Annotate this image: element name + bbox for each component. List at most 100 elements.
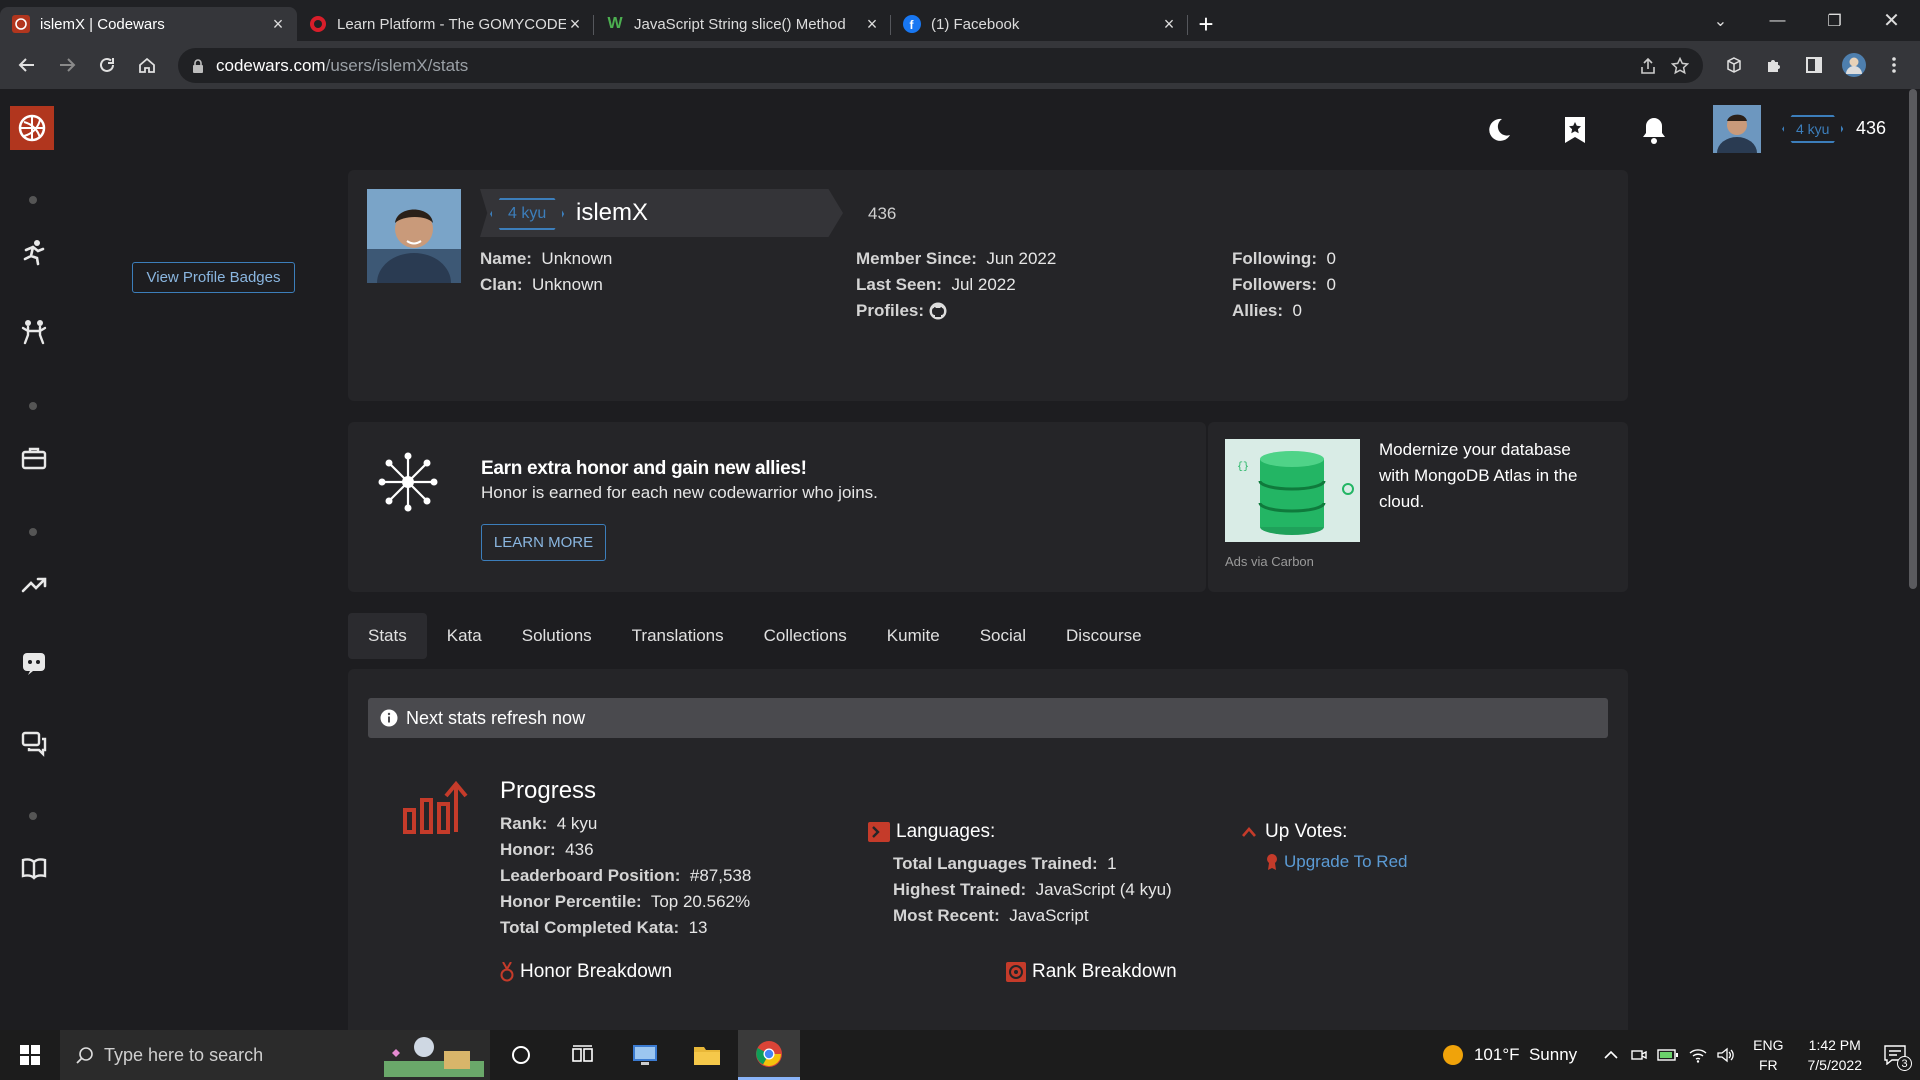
header-avatar[interactable]: [1713, 105, 1761, 153]
languages-title: Languages:: [896, 821, 996, 842]
allies-value: 0: [1292, 301, 1302, 320]
minimize-window-button[interactable]: —: [1749, 0, 1806, 41]
action-center-icon[interactable]: 3: [1884, 1045, 1912, 1071]
highest-label: Highest Trained:: [893, 880, 1027, 899]
taskbar-search-box[interactable]: Type here to search: [60, 1030, 490, 1080]
address-bar[interactable]: codewars.com/users/islemX/stats: [178, 48, 1703, 83]
browser-tab-w3schools[interactable]: W JavaScript String slice() Method ×: [594, 7, 891, 41]
remote-desktop-icon[interactable]: [614, 1030, 676, 1080]
codewars-logo-icon[interactable]: [10, 106, 54, 150]
tab-discourse[interactable]: Discourse: [1046, 613, 1162, 659]
languages-heading: Languages:: [868, 821, 995, 843]
chevron-up-icon: [1241, 826, 1257, 838]
promo-title: Earn extra honor and gain new allies!: [481, 458, 807, 479]
github-icon[interactable]: [929, 302, 947, 320]
docs-book-icon[interactable]: [14, 848, 54, 888]
back-arrow-icon[interactable]: [7, 45, 47, 85]
upgrade-to-red-link[interactable]: Upgrade To Red: [1284, 852, 1408, 872]
browser-tab-codewars[interactable]: islemX | Codewars ×: [0, 7, 297, 41]
tab-translations[interactable]: Translations: [612, 613, 744, 659]
tab-kumite[interactable]: Kumite: [867, 613, 960, 659]
side-panel-icon[interactable]: [1794, 45, 1834, 85]
chat-bubbles-icon[interactable]: [14, 724, 54, 764]
browser-tab-gomycode[interactable]: Learn Platform - The GOMYCODE ×: [297, 7, 594, 41]
scrollbar-thumb[interactable]: [1909, 89, 1917, 589]
profile-username: islemX: [576, 199, 649, 226]
rank-row: Rank: 4 kyu: [500, 811, 597, 837]
tab-search-chevron-icon[interactable]: ⌄: [1692, 0, 1749, 41]
profile-tabs: Stats Kata Solutions Translations Collec…: [348, 613, 1162, 659]
ad-text[interactable]: Modernize your database with MongoDB Atl…: [1379, 437, 1599, 515]
bookmark-star-icon[interactable]: [1671, 56, 1689, 75]
lock-icon[interactable]: [192, 58, 204, 73]
notification-bell-icon[interactable]: [1640, 115, 1668, 145]
upvotes-title: Up Votes:: [1265, 821, 1348, 842]
practice-icon[interactable]: [14, 312, 54, 352]
briefcase-icon[interactable]: [14, 438, 54, 478]
browser-tab-facebook[interactable]: f (1) Facebook ×: [891, 7, 1188, 41]
close-tab-icon[interactable]: ×: [1160, 14, 1178, 34]
task-view-icon[interactable]: [552, 1030, 614, 1080]
header-rank-badge[interactable]: 4 kyu: [1782, 115, 1843, 143]
view-profile-badges-button[interactable]: View Profile Badges: [132, 262, 295, 293]
volume-icon[interactable]: [1717, 1047, 1735, 1063]
upvotes-heading: Up Votes:: [1241, 821, 1347, 843]
leaderboard-trending-icon[interactable]: [14, 564, 54, 604]
weather-sun-icon[interactable]: [1442, 1044, 1464, 1066]
forward-arrow-icon[interactable]: [47, 45, 87, 85]
highest-trained-row: Highest Trained: JavaScript (4 kyu): [893, 877, 1172, 903]
new-tab-button[interactable]: +: [1188, 7, 1224, 41]
windows-start-icon[interactable]: [0, 1030, 60, 1080]
url-path: /users/islemX/stats: [325, 55, 469, 75]
carbon-ad-card[interactable]: {} Modernize your database with MongoDB …: [1208, 422, 1628, 592]
chrome-taskbar-icon[interactable]: [738, 1030, 800, 1080]
profile-clan-row: Clan: Unknown: [480, 272, 603, 298]
extension-cube-icon[interactable]: [1714, 45, 1754, 85]
close-window-button[interactable]: ✕: [1863, 0, 1920, 41]
tab-kata[interactable]: Kata: [427, 613, 502, 659]
page-scrollbar[interactable]: [1906, 89, 1920, 1030]
tab-collections[interactable]: Collections: [744, 613, 867, 659]
rank-breakdown-heading: Rank Breakdown: [1006, 961, 1177, 983]
battery-icon[interactable]: [1657, 1048, 1679, 1062]
name-value: Unknown: [541, 249, 613, 268]
progress-title: Progress: [500, 777, 597, 804]
tray-chevron-up-icon[interactable]: [1603, 1050, 1619, 1060]
close-tab-icon[interactable]: ×: [863, 14, 881, 34]
ads-via-carbon[interactable]: Ads via Carbon: [1225, 554, 1314, 569]
home-icon[interactable]: [127, 45, 167, 85]
close-tab-icon[interactable]: ×: [269, 14, 287, 34]
profile-card: 4 kyu islemX 436 Name: Unknown Clan: Unk…: [132, 170, 1628, 401]
training-icon[interactable]: [14, 232, 54, 272]
share-icon[interactable]: [1639, 57, 1657, 75]
last-seen-value: Jul 2022: [951, 275, 1016, 294]
camera-tray-icon[interactable]: [1631, 1047, 1647, 1063]
discord-icon[interactable]: [14, 643, 54, 683]
learn-more-button[interactable]: LEARN MORE: [481, 524, 606, 561]
bookmark-star-icon[interactable]: [1561, 115, 1589, 145]
moon-theme-icon[interactable]: [1484, 116, 1512, 144]
cortana-circle-icon[interactable]: [490, 1030, 552, 1080]
extensions-puzzle-icon[interactable]: [1754, 45, 1794, 85]
browser-menu-icon[interactable]: [1874, 45, 1914, 85]
tab-social[interactable]: Social: [960, 613, 1046, 659]
browser-profile-avatar[interactable]: [1834, 45, 1874, 85]
tab-solutions[interactable]: Solutions: [502, 613, 612, 659]
weather-text[interactable]: 101°F Sunny: [1474, 1045, 1577, 1065]
clock[interactable]: 1:42 PM 7/5/2022: [1808, 1035, 1863, 1075]
completed-value: 13: [688, 918, 708, 937]
reload-icon[interactable]: [87, 45, 127, 85]
notification-count: 3: [1897, 1056, 1912, 1071]
restore-window-button[interactable]: ❐: [1806, 0, 1863, 41]
wifi-icon[interactable]: [1689, 1047, 1707, 1063]
file-explorer-icon[interactable]: [676, 1030, 738, 1080]
side-navigation: [0, 89, 68, 1030]
tab-stats[interactable]: Stats: [348, 613, 427, 659]
mongodb-ad-image[interactable]: {}: [1225, 439, 1360, 542]
rank-label: Rank:: [500, 814, 548, 833]
language-bottom: FR: [1758, 1057, 1778, 1073]
member-since-label: Member Since:: [856, 249, 977, 268]
language-indicator[interactable]: ENG FR: [1753, 1035, 1783, 1075]
close-tab-icon[interactable]: ×: [566, 14, 584, 34]
leaderboard-label: Leaderboard Position:: [500, 866, 681, 885]
